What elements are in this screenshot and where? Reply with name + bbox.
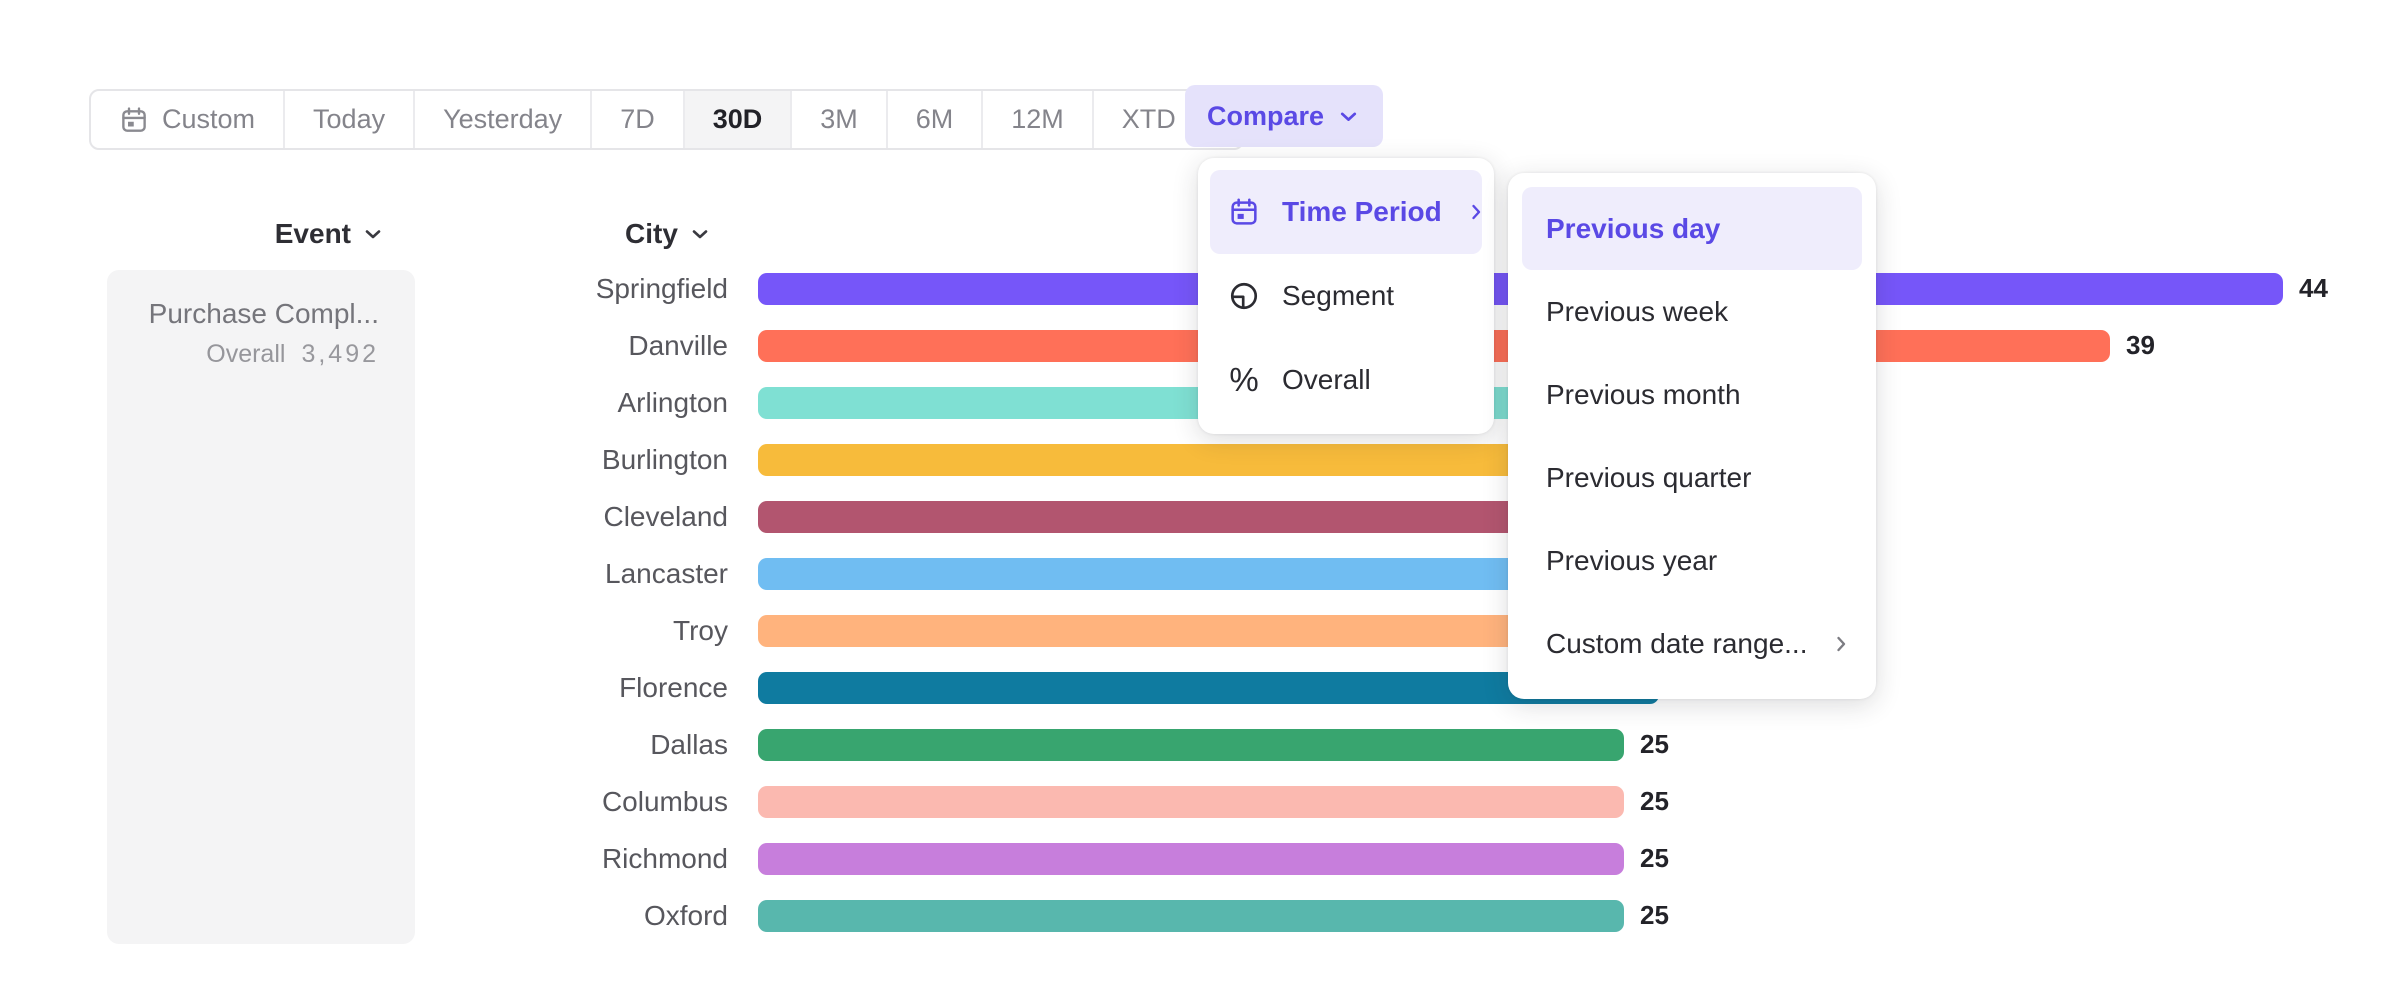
- bar-value: 25: [1640, 729, 1669, 760]
- range-button-label: 7D: [620, 104, 655, 135]
- chevron-down-icon: [1336, 104, 1361, 129]
- event-column-header-label: Event: [275, 218, 351, 250]
- menu-item-label: Previous week: [1546, 296, 1728, 328]
- compare-menu: Time Period Segment% Overall: [1198, 158, 1494, 434]
- range-button-label: Yesterday: [443, 104, 562, 135]
- chevron-down-icon: [688, 222, 712, 246]
- bar-row-oxford: Oxford 25: [0, 887, 2394, 944]
- compare-menu-item-segment[interactable]: Segment: [1210, 254, 1482, 338]
- menu-item-label: Previous year: [1546, 545, 1717, 577]
- range-button-label: XTD: [1122, 104, 1176, 135]
- range-button-3m[interactable]: 3M: [792, 91, 888, 148]
- city-label: Oxford: [0, 900, 728, 932]
- compare-menu-item-time-period[interactable]: Time Period: [1210, 170, 1482, 254]
- range-button-7d[interactable]: 7D: [592, 91, 685, 148]
- bar-row-columbus: Columbus 25: [0, 773, 2394, 830]
- bar-dallas[interactable]: [758, 729, 1624, 761]
- city-label: Columbus: [0, 786, 728, 818]
- menu-item-label: Previous quarter: [1546, 462, 1751, 494]
- bar-row-springfield: Springfield 44: [0, 260, 2394, 317]
- bar-value: 44: [2299, 273, 2328, 304]
- city-label: Arlington: [0, 387, 728, 419]
- menu-item-label: Custom date range...: [1546, 628, 1807, 660]
- time-period-submenu: Previous day Previous week Previous month P…: [1508, 173, 1876, 699]
- range-button-custom[interactable]: Custom: [91, 91, 285, 148]
- bar-row-troy: Troy: [0, 602, 2394, 659]
- city-label: Troy: [0, 615, 728, 647]
- range-button-label: 3M: [820, 104, 858, 135]
- city-bar-chart: Springfield 44 Danville 39 Arlington Burlingt…: [0, 260, 2394, 944]
- bar-row-cleveland: Cleveland: [0, 488, 2394, 545]
- bar-row-arlington: Arlington: [0, 374, 2394, 431]
- bar-value: 25: [1640, 900, 1669, 931]
- chevron-down-icon: [361, 222, 385, 246]
- time-period-item-previous-year[interactable]: Previous year: [1522, 519, 1862, 602]
- time-period-item-custom-date-range[interactable]: Custom date range...: [1522, 602, 1862, 685]
- bar-value: 39: [2126, 330, 2155, 361]
- range-button-label: 12M: [1011, 104, 1064, 135]
- range-button-label: Today: [313, 104, 385, 135]
- bar-richmond[interactable]: [758, 843, 1624, 875]
- menu-item-label: Previous day: [1546, 213, 1720, 245]
- bar-row-lancaster: Lancaster: [0, 545, 2394, 602]
- bar-row-dallas: Dallas 25: [0, 716, 2394, 773]
- bar-columbus[interactable]: [758, 786, 1624, 818]
- city-column-header-label: City: [625, 218, 678, 250]
- city-label: Burlington: [0, 444, 728, 476]
- city-label: Florence: [0, 672, 728, 704]
- chevron-right-icon: [1464, 200, 1488, 224]
- range-button-12m[interactable]: 12M: [983, 91, 1094, 148]
- chevron-right-icon: [1829, 632, 1853, 656]
- range-button-today[interactable]: Today: [285, 91, 415, 148]
- bar-oxford[interactable]: [758, 900, 1624, 932]
- range-button-label: 30D: [713, 104, 763, 135]
- range-button-6m[interactable]: 6M: [888, 91, 984, 148]
- city-label: Springfield: [0, 273, 728, 305]
- menu-item-label: Time Period: [1282, 196, 1442, 228]
- range-button-30d[interactable]: 30D: [685, 91, 793, 148]
- compare-button[interactable]: Compare: [1185, 85, 1383, 147]
- menu-item-label: Segment: [1282, 280, 1394, 312]
- calendar-icon: [1228, 196, 1260, 228]
- bar-value: 25: [1640, 786, 1669, 817]
- city-column-header[interactable]: City: [625, 218, 712, 250]
- compare-menu-item-overall[interactable]: % Overall: [1210, 338, 1482, 422]
- bar-row-florence: Florence: [0, 659, 2394, 716]
- bar-value: 25: [1640, 843, 1669, 874]
- time-period-item-previous-quarter[interactable]: Previous quarter: [1522, 436, 1862, 519]
- date-range-toolbar: Custom Today Yesterday 7D 30D 3M 6M 12M XTD: [89, 89, 1244, 150]
- city-label: Danville: [0, 330, 728, 362]
- event-column-header[interactable]: Event: [170, 218, 385, 250]
- time-period-item-previous-week[interactable]: Previous week: [1522, 270, 1862, 353]
- segment-icon: [1228, 280, 1260, 312]
- menu-item-label: Overall: [1282, 364, 1371, 396]
- range-button-label: 6M: [916, 104, 954, 135]
- bar-row-burlington: Burlington: [0, 431, 2394, 488]
- city-label: Richmond: [0, 843, 728, 875]
- bar-row-danville: Danville 39: [0, 317, 2394, 374]
- time-period-item-previous-month[interactable]: Previous month: [1522, 353, 1862, 436]
- city-label: Lancaster: [0, 558, 728, 590]
- compare-button-label: Compare: [1207, 101, 1324, 132]
- bar-row-richmond: Richmond 25: [0, 830, 2394, 887]
- range-button-label: Custom: [162, 104, 255, 135]
- calendar-icon: [119, 105, 149, 135]
- city-label: Cleveland: [0, 501, 728, 533]
- percent-icon: %: [1228, 361, 1260, 399]
- range-button-yesterday[interactable]: Yesterday: [415, 91, 592, 148]
- time-period-item-previous-day[interactable]: Previous day: [1522, 187, 1862, 270]
- menu-item-label: Previous month: [1546, 379, 1741, 411]
- city-label: Dallas: [0, 729, 728, 761]
